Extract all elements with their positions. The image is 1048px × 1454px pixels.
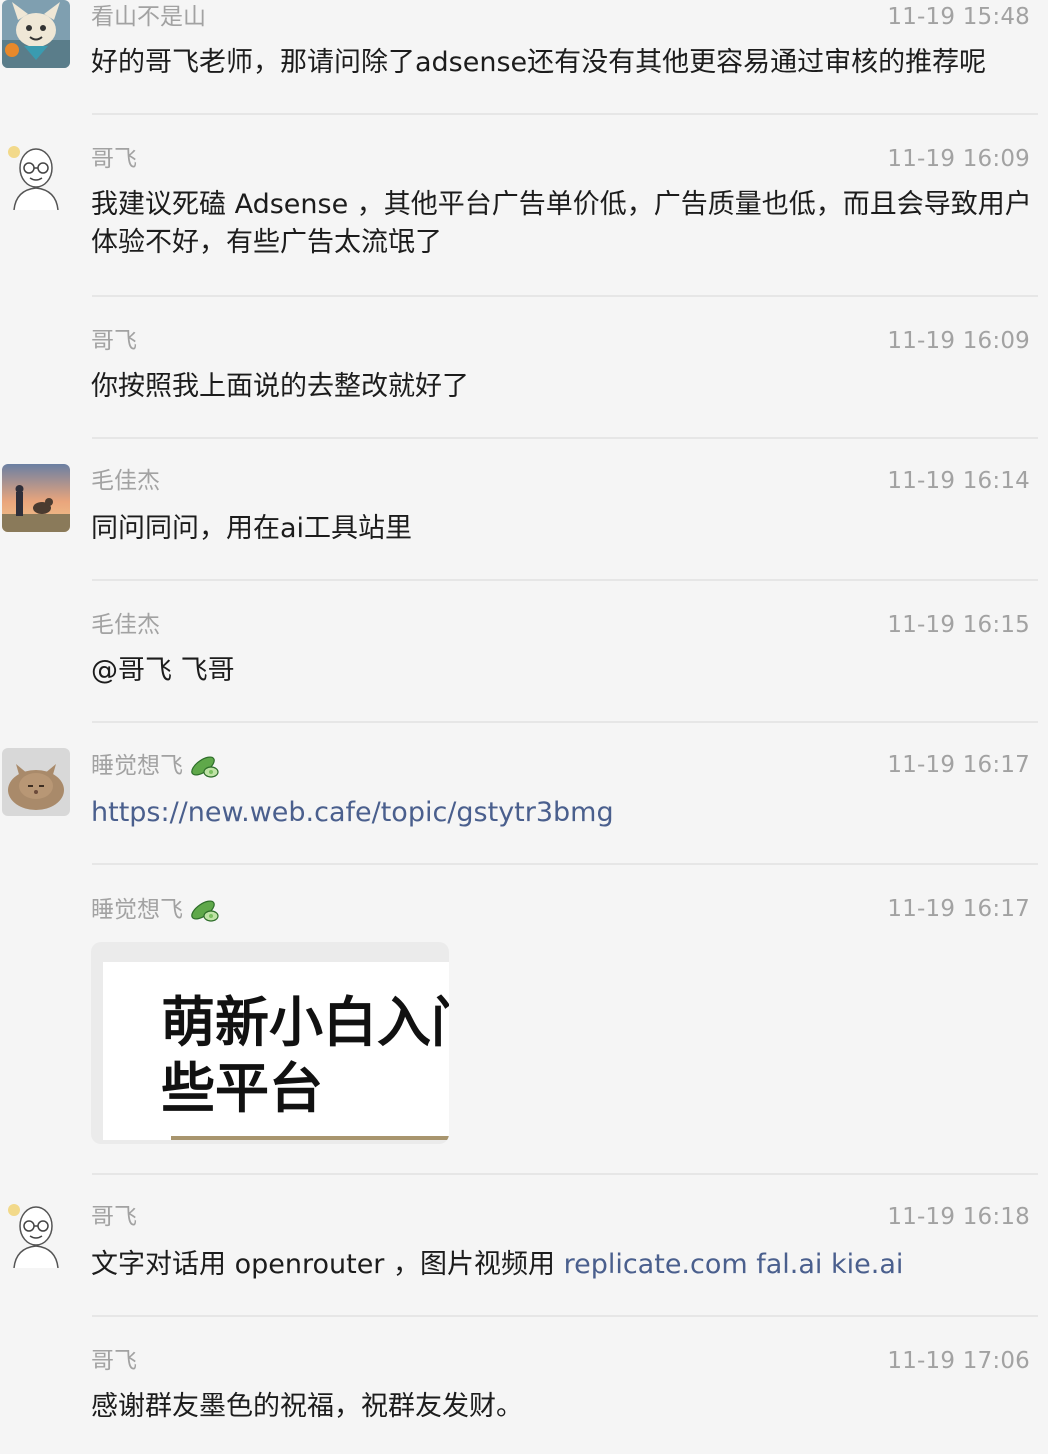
cucumber-emoji-icon [189, 894, 221, 930]
message-text: 我建议死磕 Adsense ，其他平台广告单价低，广告质量也低，而且会导致用户体… [91, 189, 1032, 258]
sender-name[interactable]: 毛佳杰 [91, 466, 160, 496]
bald-man-glasses-avatar[interactable] [2, 1200, 70, 1268]
sender-name[interactable]: 哥飞 [91, 326, 137, 356]
message-timestamp: 11-19 16:09 [887, 146, 1030, 172]
boy-and-dog-sunset-avatar[interactable] [2, 464, 70, 532]
message-timestamp: 11-19 16:17 [887, 752, 1030, 778]
message-text: 感谢群友墨色的祝福，祝群友发财。 [91, 1391, 523, 1422]
message-divider [92, 1173, 1038, 1175]
cat-avatar[interactable] [2, 748, 70, 816]
message-link[interactable]: https://new.web.cafe/topic/gstytr3bmg [91, 794, 1036, 832]
cartoon-character-avatar[interactable] [2, 0, 70, 68]
sender-name[interactable]: 看山不是山 [91, 2, 206, 32]
message-text: @哥飞 飞哥 [91, 655, 235, 686]
message-divider [92, 113, 1038, 115]
chat-message-list: 看山不是山 11-19 15:48 好的哥飞老师，那请问除了adsense还有没… [0, 0, 1048, 1454]
image-attachment[interactable]: 萌新小白入门 些平台 [91, 942, 449, 1144]
message-timestamp: 11-19 16:14 [887, 468, 1030, 494]
sender-name[interactable]: 毛佳杰 [91, 610, 160, 640]
image-bottom-strip [171, 1136, 449, 1140]
message-divider [92, 863, 1038, 865]
sender-name[interactable]: 哥飞 [91, 1346, 137, 1376]
sender-name[interactable]: 睡觉想飞 [91, 750, 221, 786]
image-thumbnail: 萌新小白入门 些平台 [103, 962, 449, 1140]
message-divider [92, 1315, 1038, 1317]
message-divider [92, 295, 1038, 297]
message-timestamp: 11-19 16:09 [887, 328, 1030, 354]
message-divider [92, 721, 1038, 723]
message-timestamp: 11-19 17:06 [887, 1348, 1030, 1374]
image-text: 萌新小白入门 些平台 [161, 991, 449, 1120]
sender-name[interactable]: 哥飞 [91, 144, 137, 174]
message-link[interactable]: replicate.com fal.ai kie.ai [564, 1249, 904, 1280]
message-text: 同问同问，用在ai工具站里 [91, 513, 413, 544]
message-timestamp: 11-19 16:17 [887, 896, 1030, 922]
message-text: 好的哥飞老师，那请问除了adsense还有没有其他更容易通过审核的推荐呢 [91, 47, 987, 78]
cucumber-emoji-icon [189, 750, 221, 786]
bald-man-glasses-avatar[interactable] [2, 142, 70, 210]
message-divider [92, 437, 1038, 439]
message-timestamp: 11-19 16:15 [887, 612, 1030, 638]
sender-name[interactable]: 睡觉想飞 [91, 894, 221, 930]
sender-name[interactable]: 哥飞 [91, 1202, 137, 1232]
message-divider [92, 579, 1038, 581]
message-text: 文字对话用 openrouter ，图片视频用 replicate.com fa… [91, 1249, 904, 1280]
message-timestamp: 11-19 15:48 [887, 4, 1030, 30]
message-text: 你按照我上面说的去整改就好了 [91, 371, 469, 402]
message-timestamp: 11-19 16:18 [887, 1204, 1030, 1230]
